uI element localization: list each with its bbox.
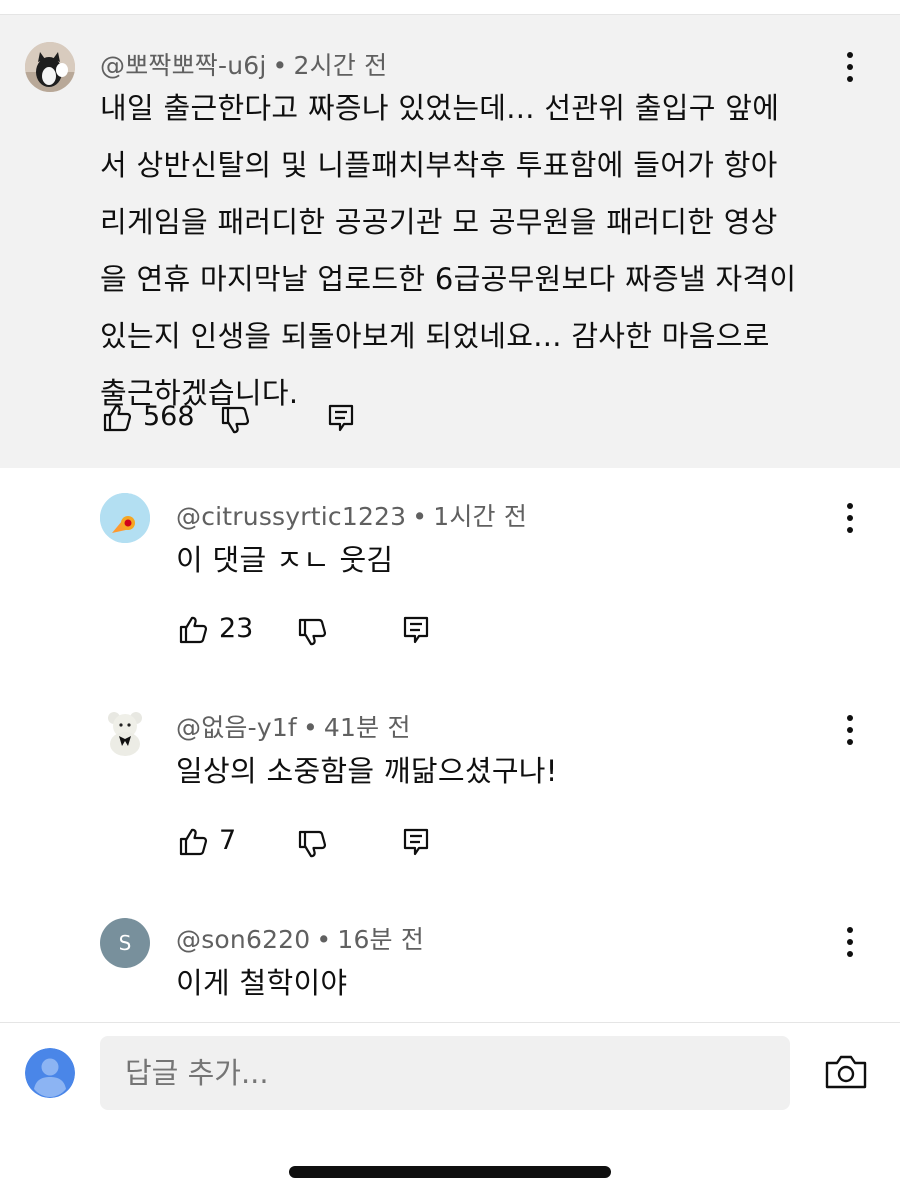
composer-divider [0,1022,900,1023]
reply-time: 16분 전 [337,925,425,954]
avatar-letter: S [118,931,132,955]
add-reply-input[interactable] [100,1036,790,1110]
reply-meta: @son6220 • 16분 전 [176,920,424,956]
comment-line: 내일 출근한다고 짜증나 있었는데... 선관위 출입구 앞에 [100,91,780,125]
comment-time: 2시간 전 [293,51,388,80]
meta-separator: • [302,713,318,742]
reply-handle[interactable]: @citrussyrtic1223 [176,502,406,531]
avatar-main-commenter[interactable] [25,42,75,92]
reply-button[interactable] [400,826,432,862]
like-button[interactable] [177,614,209,650]
like-button[interactable] [101,402,133,438]
home-indicator [289,1166,611,1178]
thumbs-up-icon [101,402,133,434]
avatar-reply-3[interactable]: S [100,918,150,968]
reply-icon [325,402,357,434]
reply-body: 일상의 소중함을 깨닮으셨구나! [176,754,558,788]
avatar-reply-2[interactable] [100,706,150,756]
dislike-button[interactable] [296,616,328,652]
reply-icon [400,826,432,858]
reply-icon [400,614,432,646]
reply-body: 이게 철학이야 [176,966,348,1000]
camera-icon [825,1055,867,1089]
reply-body: 이 댓글 ㅈㄴ 웃김 [176,543,394,577]
commenter-handle[interactable]: @뽀짝뽀짝-u6j [100,51,267,80]
reply-time: 1시간 전 [433,502,528,531]
comment-line: 리게임을 패러디한 공공기관 모 공무원을 패러디한 영상 [100,205,778,239]
thumbs-down-icon [296,616,328,648]
reply-handle[interactable]: @son6220 [176,925,310,954]
thumbs-up-icon [177,826,209,858]
comment-body: 내일 출근한다고 짜증나 있었는데... 선관위 출입구 앞에 서 상반신탈의 … [100,80,880,422]
dislike-button[interactable] [219,404,251,440]
comment-line: 을 연휴 마지막날 업로드한 6급공무원보다 짜증낼 자격이 [100,262,797,296]
thumbs-down-icon [296,828,328,860]
more-vertical-icon [835,710,865,750]
camera-button[interactable] [824,1054,868,1094]
more-vertical-icon [835,498,865,538]
more-options-button[interactable] [835,498,865,538]
comment-line: 출근하겠습니다. [100,376,299,410]
meta-separator: • [272,51,288,80]
like-count: 23 [219,613,254,644]
reply-button[interactable] [400,614,432,650]
avatar-reply-1[interactable] [100,493,150,543]
more-options-button[interactable] [835,710,865,750]
comment-line: 서 상반신탈의 및 니플패치부착후 투표함에 들어가 항아 [100,148,778,182]
comment-meta: @뽀짝뽀짝-u6j • 2시간 전 [100,46,387,82]
reply-handle[interactable]: @없음-y1f [176,713,297,742]
more-vertical-icon [835,922,865,962]
meta-separator: • [316,925,332,954]
comment-line: 있는지 인생을 되돌아보게 되었네요... 감사한 마음으로 [100,319,770,353]
reply-meta: @없음-y1f • 41분 전 [176,708,411,744]
reply-button[interactable] [325,402,357,438]
meta-separator: • [412,502,428,531]
thumbs-up-icon [177,614,209,646]
dislike-button[interactable] [296,828,328,864]
like-count: 7 [219,825,237,856]
thumbs-down-icon [219,404,251,436]
user-avatar-icon [25,1048,75,1098]
reply-meta: @citrussyrtic1223 • 1시간 전 [176,497,527,533]
more-options-button[interactable] [835,922,865,962]
current-user-avatar [25,1048,75,1098]
reply-time: 41분 전 [323,713,411,742]
like-count: 568 [143,401,195,432]
like-button[interactable] [177,826,209,862]
